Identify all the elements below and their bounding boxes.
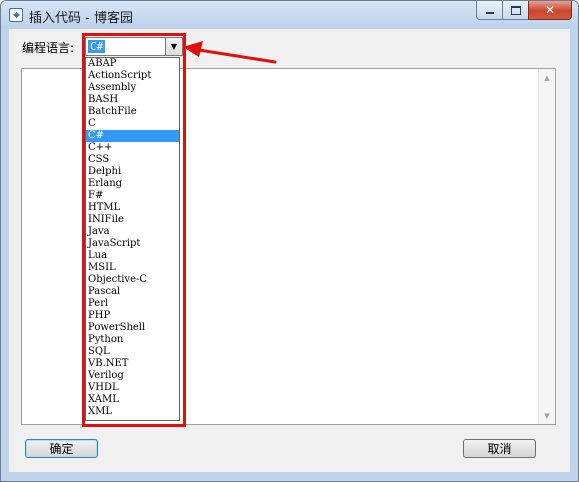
language-option[interactable]: Java xyxy=(86,226,179,238)
language-option[interactable]: HTML xyxy=(86,202,179,214)
language-option[interactable]: Delphi xyxy=(86,166,179,178)
language-option[interactable]: Verilog xyxy=(86,370,179,382)
cancel-button[interactable]: 取消 xyxy=(463,439,536,458)
language-option[interactable]: XAML xyxy=(86,394,179,406)
language-option[interactable]: XML xyxy=(86,406,179,418)
language-option[interactable]: PowerShell xyxy=(86,322,179,334)
scroll-down-icon[interactable]: ▼ xyxy=(539,407,555,424)
language-option[interactable]: ActionScript xyxy=(86,70,179,82)
language-option[interactable]: Perl xyxy=(86,298,179,310)
language-option[interactable]: VHDL xyxy=(86,382,179,394)
code-app-icon xyxy=(9,8,23,22)
language-label: 编程语言: xyxy=(22,41,75,55)
language-option[interactable]: Lua xyxy=(86,250,179,262)
language-option[interactable]: VB.NET xyxy=(86,358,179,370)
window-title: 插入代码 - 博客园 xyxy=(29,11,133,26)
code-textarea-scrollbar[interactable]: ▲ ▼ xyxy=(538,69,555,424)
maximize-icon xyxy=(510,5,521,15)
language-option[interactable]: F# xyxy=(86,190,179,202)
chevron-down-icon: ▼ xyxy=(170,42,178,51)
language-option[interactable]: JavaScript xyxy=(86,238,179,250)
language-dropdown-list[interactable]: ABAP ActionScript Assembly BASH BatchFile C C#… xyxy=(85,57,180,421)
language-option[interactable]: BASH xyxy=(86,94,179,106)
language-option[interactable]: CSS xyxy=(86,154,179,166)
language-option[interactable]: Pascal xyxy=(86,286,179,298)
language-option[interactable]: C# xyxy=(86,130,179,142)
language-option[interactable]: C xyxy=(86,118,179,130)
language-option[interactable]: PHP xyxy=(86,310,179,322)
language-option[interactable]: ABAP xyxy=(86,58,179,70)
minimize-button[interactable] xyxy=(476,1,502,20)
language-option[interactable]: Objective-C xyxy=(86,274,179,286)
language-option[interactable]: Python xyxy=(86,334,179,346)
caption-buttons: ✕ xyxy=(476,1,572,20)
language-option[interactable]: Assembly xyxy=(86,82,179,94)
close-icon: ✕ xyxy=(544,3,556,17)
close-button[interactable]: ✕ xyxy=(528,1,572,20)
language-select-value: C# xyxy=(88,40,106,53)
language-option[interactable]: BatchFile xyxy=(86,106,179,118)
annotation-arrow-icon xyxy=(183,41,277,64)
language-option[interactable]: INIFile xyxy=(86,214,179,226)
language-option[interactable]: SQL xyxy=(86,346,179,358)
insert-code-dialog: 插入代码 - 博客园 ✕ 编程语言: C# ▼ ▲ ▼ ABAP ActionS… xyxy=(0,0,579,482)
language-option[interactable]: Erlang xyxy=(86,178,179,190)
language-option[interactable]: MSIL xyxy=(86,262,179,274)
language-option[interactable]: C++ xyxy=(86,142,179,154)
scroll-up-icon[interactable]: ▲ xyxy=(539,69,555,86)
title-bar[interactable]: 插入代码 - 博客园 ✕ xyxy=(1,1,578,29)
maximize-button[interactable] xyxy=(502,1,528,20)
language-select[interactable]: C# ▼ xyxy=(85,37,183,56)
dialog-body: 编程语言: C# ▼ ▲ ▼ ABAP ActionScript Assembly B… xyxy=(9,29,570,472)
minimize-icon xyxy=(485,12,494,14)
ok-button[interactable]: 确定 xyxy=(25,439,98,458)
